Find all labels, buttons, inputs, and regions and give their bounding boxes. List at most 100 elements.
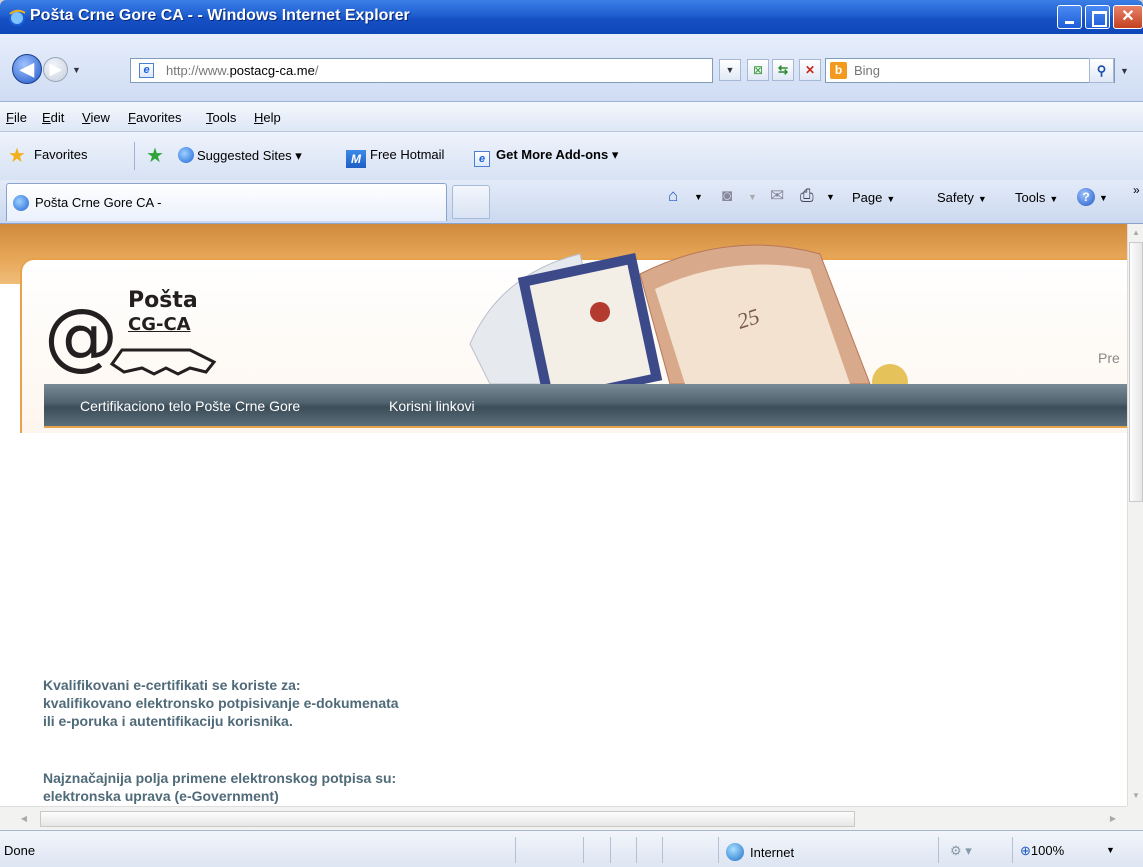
globe-icon [726, 843, 744, 861]
status-separator [583, 837, 584, 863]
menu-view[interactable]: View [82, 110, 110, 125]
new-tab-button[interactable] [452, 185, 490, 219]
close-button[interactable]: ✕ [1113, 5, 1143, 29]
help-button[interactable]: ? ▼ [1077, 188, 1108, 206]
page-icon: e [139, 63, 154, 78]
safety-menu-button[interactable]: Safety ▼ [937, 190, 987, 205]
maximize-button[interactable] [1085, 5, 1110, 29]
chevron-more-icon[interactable]: » [1133, 183, 1140, 197]
ie-icon [178, 147, 194, 163]
key-icon [110, 348, 217, 376]
menu-edit[interactable]: Edit [42, 110, 64, 125]
zoom-button[interactable]: ⊕100% [1020, 843, 1064, 859]
search-placeholder: Bing [854, 63, 881, 78]
tab-label: Pošta Crne Gore CA - [35, 195, 162, 210]
feeds-icon[interactable]: ◙ [722, 186, 732, 206]
help-icon: ? [1077, 188, 1095, 206]
back-button[interactable]: ◀ [12, 54, 42, 84]
protected-mode-icon[interactable]: ⚙ ▾ [950, 843, 972, 859]
menu-help[interactable]: Help [254, 110, 281, 125]
status-text: Done [4, 843, 36, 858]
hotmail-icon: M [346, 150, 366, 168]
nav-link-certifikaciono-telo[interactable]: Certifikaciono telo Pošte Crne Gore [80, 398, 300, 414]
intro-paragraph: Kvalifikovani e-certifikati se koriste z… [43, 676, 399, 730]
address-input[interactable]: e http://www.postacg-ca.me/ [130, 58, 713, 83]
scroll-corner [1127, 806, 1143, 830]
usage-line-2: elektronska uprava (e-Government) [43, 788, 279, 804]
scroll-right-icon[interactable]: ▶ [1105, 811, 1121, 827]
status-bar: Done Internet ⚙ ▾ ⊕100% ▼ [0, 830, 1143, 867]
tab-posta-cg-ca[interactable]: Pošta Crne Gore CA - [6, 183, 447, 221]
menu-favorites[interactable]: Favorites [128, 110, 181, 125]
page-menu-button[interactable]: Page ▼ [852, 190, 895, 205]
scroll-left-icon[interactable]: ◀ [16, 811, 32, 827]
addons-icon: e [474, 151, 490, 167]
address-dropdown-button[interactable]: ▼ [719, 59, 741, 81]
favorites-star-icon: ★ [8, 145, 26, 167]
page-viewport: @ Pošta CG-CA 25 Pre Certifikaciono telo… [0, 224, 1127, 806]
main-navigation: Certifikaciono telo Pošte Crne Gore Kori… [44, 384, 1127, 428]
status-separator [636, 837, 637, 863]
url-text: http://www.postacg-ca.me/ [166, 63, 319, 78]
intro-line-1: Kvalifikovani e-certifikati se koriste z… [43, 677, 301, 693]
logo-text-posta: Pošta [128, 288, 198, 313]
minimize-icon [1058, 6, 1081, 28]
window-titlebar: Pošta Crne Gore CA - - Windows Internet … [0, 0, 1143, 34]
internet-explorer-icon [9, 9, 26, 26]
favorites-button[interactable]: Favorites [34, 147, 87, 162]
refresh-icon[interactable]: ⇆ [772, 59, 794, 81]
favorites-bar: Favorites Suggested Sites ▾ M Free Hotmai… [0, 132, 1143, 180]
horizontal-scroll-thumb[interactable] [40, 811, 855, 827]
scroll-down-icon[interactable]: ▼ [1129, 788, 1143, 804]
tab-ie-icon [13, 195, 29, 211]
feeds-dropdown-icon[interactable]: ▼ [748, 192, 757, 202]
at-sign-logo-icon: @ [44, 293, 118, 379]
intro-line-2: kvalifikovano elektronsko potpisivanje e… [43, 695, 399, 711]
history-dropdown-icon[interactable]: ▼ [72, 65, 81, 75]
maximize-icon [1086, 6, 1109, 28]
back-arrow-icon: ◀ [20, 59, 34, 79]
vertical-scrollbar[interactable]: ▲ ▼ [1127, 224, 1143, 806]
posta-cg-ca-logo[interactable]: @ Pošta CG-CA [44, 286, 224, 386]
intro-line-3: ili e-poruka i autentifikaciju korisnika… [43, 713, 293, 729]
nav-link-korisni-linkovi[interactable]: Korisni linkovi [389, 398, 475, 414]
search-options-icon[interactable]: ▼ [1120, 66, 1129, 76]
print-dropdown-icon[interactable]: ▼ [826, 192, 835, 202]
add-favorite-icon[interactable]: ★ [146, 146, 166, 166]
status-separator [938, 837, 939, 863]
close-icon: ✕ [1121, 8, 1135, 25]
horizontal-scrollbar[interactable]: ◀ ▶ [0, 806, 1127, 830]
home-icon[interactable]: ⌂ [668, 186, 678, 206]
scroll-up-icon[interactable]: ▲ [1129, 225, 1143, 241]
status-separator [610, 837, 611, 863]
mail-icon[interactable]: ✉ [770, 186, 784, 206]
free-hotmail-link[interactable]: M Free Hotmail [346, 147, 444, 168]
suggested-sites-button[interactable]: Suggested Sites ▾ [178, 147, 302, 164]
minimize-button[interactable] [1057, 5, 1082, 29]
menu-bar: File Edit View Favorites Tools Help [0, 102, 1143, 132]
status-separator [718, 837, 719, 863]
print-icon[interactable]: ⎙ [800, 186, 814, 206]
compatibility-view-icon[interactable]: ⊠ [747, 59, 769, 81]
forward-button[interactable]: ▶ [43, 57, 68, 82]
home-dropdown-icon[interactable]: ▼ [694, 192, 703, 202]
search-input[interactable]: b Bing [825, 58, 1115, 83]
window-title: Pošta Crne Gore CA - - Windows Internet … [30, 7, 410, 24]
status-separator [1012, 837, 1013, 863]
zoom-dropdown-icon[interactable]: ▼ [1106, 845, 1115, 855]
search-icon[interactable]: ⚲ [1089, 58, 1114, 83]
usage-line-1: Najznačajnija polja primene elektronskog… [43, 770, 397, 786]
tools-menu-button[interactable]: Tools ▼ [1015, 190, 1058, 205]
status-separator [662, 837, 663, 863]
header-partial-text: Pre [1098, 350, 1120, 366]
security-zone[interactable]: Internet [726, 843, 794, 861]
get-addons-button[interactable]: e Get More Add-ons ▾ [474, 147, 618, 167]
favorites-separator [134, 142, 135, 170]
menu-tools[interactable]: Tools [206, 110, 236, 125]
usage-paragraph: Najznačajnija polja primene elektronskog… [43, 769, 396, 805]
vertical-scroll-thumb[interactable] [1129, 242, 1143, 502]
certificates-illustration: 25 [469, 244, 908, 389]
stop-icon[interactable]: ✕ [799, 59, 821, 81]
logo-text-cgca: CG-CA [128, 314, 191, 335]
menu-file[interactable]: File [6, 110, 27, 125]
